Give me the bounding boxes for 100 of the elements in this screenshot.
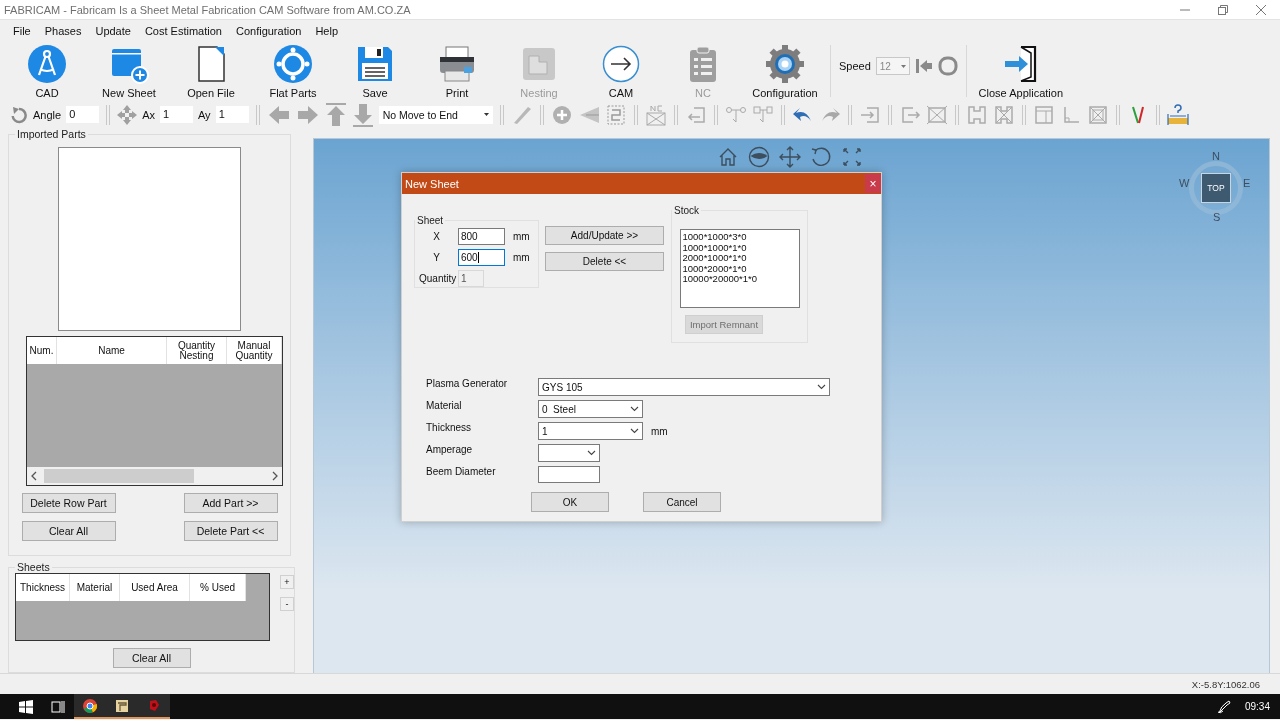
- toolbar-button[interactable]: CAD: [6, 41, 88, 100]
- column-header: Num.: [27, 337, 57, 364]
- toolbar-button[interactable]: Print: [416, 41, 498, 100]
- move-mode-dropdown[interactable]: No Move to End: [378, 105, 493, 124]
- stop-icon[interactable]: [937, 56, 958, 76]
- dimension-field[interactable]: 800: [458, 228, 505, 245]
- chevron-down-icon: [817, 384, 826, 390]
- gear-icon: [765, 44, 805, 84]
- column-header: Material: [70, 574, 120, 601]
- window-title: FABRICAM - Fabricam Is a Sheet Metal Fabrication CAM Software from AM.CO.ZA: [4, 3, 411, 16]
- clock: 09:34: [1244, 701, 1270, 712]
- bracket-frame-icon[interactable]: [965, 103, 988, 126]
- stock-list[interactable]: 1000*1000*3*0 1000*1000*1*0 2000*1000*1*0 1000*2000*1*0 10000*20000*1*0: [679, 229, 800, 308]
- nc-box-icon[interactable]: [644, 103, 667, 126]
- ruler-help-icon[interactable]: [1166, 103, 1189, 126]
- toolbar-button[interactable]: Save: [334, 41, 416, 100]
- speed-label: Speed: [839, 60, 871, 72]
- field-label: Amperage: [426, 444, 474, 455]
- restore-icon[interactable]: [1218, 4, 1228, 15]
- dropdown[interactable]: [538, 444, 600, 462]
- panel-button[interactable]: Clear All: [21, 521, 116, 541]
- dropdown[interactable]: 0 Steel: [538, 400, 643, 418]
- move-icon[interactable]: [779, 146, 801, 168]
- list-item[interactable]: 1000*2000*1*0: [682, 263, 747, 274]
- list-item[interactable]: 10000*20000*1*0: [682, 274, 757, 285]
- ay-field[interactable]: 1: [215, 106, 249, 123]
- horizontal-scrollbar[interactable]: [27, 467, 282, 485]
- arrow-right-icon[interactable]: [295, 103, 320, 126]
- panel-button[interactable]: Delete Part <<: [183, 521, 278, 541]
- input-field[interactable]: [538, 466, 600, 483]
- close-icon[interactable]: [1256, 4, 1266, 15]
- small-button[interactable]: +: [280, 575, 294, 589]
- dialog-button[interactable]: Cancel: [643, 492, 721, 512]
- task-view-icon[interactable]: [51, 699, 65, 714]
- dropdown[interactable]: GYS 105: [538, 378, 830, 396]
- angle-field[interactable]: 0: [66, 106, 100, 123]
- close-application-button[interactable]: Close Application: [970, 41, 1071, 100]
- list-item[interactable]: 2000*1000*1*0: [682, 253, 747, 264]
- column-header: Used Area: [120, 574, 190, 601]
- menu-item[interactable]: File: [6, 24, 38, 37]
- column-header: Name: [57, 337, 167, 364]
- dialog-button[interactable]: OK: [531, 492, 609, 512]
- folder-window-icon[interactable]: [115, 698, 129, 713]
- move-icon[interactable]: [117, 104, 138, 125]
- skip-to-start-icon[interactable]: [914, 57, 933, 75]
- crossed-frame-icon[interactable]: [925, 103, 948, 126]
- clear-all-button[interactable]: Clear All: [112, 648, 191, 668]
- toolbar-button[interactable]: Configuration: [744, 41, 826, 100]
- plus-circle-icon[interactable]: [550, 103, 573, 126]
- panel-button[interactable]: Add Part >>: [183, 493, 278, 513]
- field-label: X: [432, 231, 441, 242]
- fullscreen-icon[interactable]: [841, 146, 863, 168]
- chevron-down-icon: [587, 450, 596, 456]
- browser-icon[interactable]: [83, 698, 97, 713]
- dashed-frame-icon[interactable]: [604, 103, 627, 126]
- panel-title: Imported Parts: [16, 128, 87, 140]
- panel-title: Sheets: [16, 561, 51, 573]
- panel-button[interactable]: Delete Row Part: [21, 493, 116, 513]
- toolbar-button[interactable]: Flat Parts: [252, 41, 334, 100]
- arrow-circle-icon: [601, 44, 641, 84]
- close-button[interactable]: ×: [865, 174, 881, 193]
- ax-field[interactable]: 1: [160, 106, 193, 123]
- compass-icon: [27, 44, 67, 84]
- view-cube[interactable]: TOP: [1201, 173, 1231, 203]
- toolbar-button[interactable]: Open File: [170, 41, 252, 100]
- rotate-icon[interactable]: [810, 146, 832, 168]
- pen-icon[interactable]: [1216, 699, 1231, 714]
- list-item[interactable]: 1000*1000*1*0: [682, 242, 747, 253]
- ay-label: Ay: [198, 108, 211, 121]
- menu-item[interactable]: Help: [308, 24, 345, 37]
- action-button[interactable]: Delete <<: [545, 252, 664, 271]
- field-label: Thickness: [426, 422, 472, 433]
- crossed-bracket-icon[interactable]: [992, 103, 1015, 126]
- ring-icon: [273, 44, 313, 84]
- menu-item[interactable]: Update: [88, 24, 138, 37]
- unit-label: mm: [513, 252, 530, 263]
- crossed-square-icon[interactable]: [1086, 103, 1109, 126]
- rotate-icon[interactable]: [10, 105, 28, 124]
- menu-item[interactable]: Configuration: [228, 24, 309, 37]
- dimension-field[interactable]: 600: [458, 249, 505, 266]
- home-icon[interactable]: [717, 146, 739, 168]
- panel-icon[interactable]: [1032, 103, 1055, 126]
- column-header: Thickness: [16, 574, 70, 601]
- list-item[interactable]: 1000*1000*3*0: [682, 232, 747, 243]
- action-button[interactable]: Add/Update >>: [545, 226, 664, 245]
- app-icon[interactable]: [147, 698, 161, 713]
- menu-item[interactable]: Cost Estimation: [137, 24, 229, 37]
- dropdown[interactable]: 1: [538, 422, 643, 440]
- menu-item[interactable]: Phases: [37, 24, 89, 37]
- group-title: Stock: [673, 205, 700, 216]
- arrow-down-icon[interactable]: [351, 102, 374, 127]
- chevron-down-icon: [630, 428, 639, 434]
- eye-icon[interactable]: [748, 146, 770, 168]
- arrow-up-icon[interactable]: [324, 102, 347, 127]
- unit-label: mm: [513, 231, 530, 242]
- small-button[interactable]: -: [280, 597, 294, 611]
- windows-start-icon[interactable]: [19, 699, 33, 714]
- chevron-down-icon: [630, 406, 639, 412]
- toolbar-button[interactable]: CAM: [580, 41, 662, 100]
- toolbar-button[interactable]: New Sheet: [88, 41, 170, 100]
